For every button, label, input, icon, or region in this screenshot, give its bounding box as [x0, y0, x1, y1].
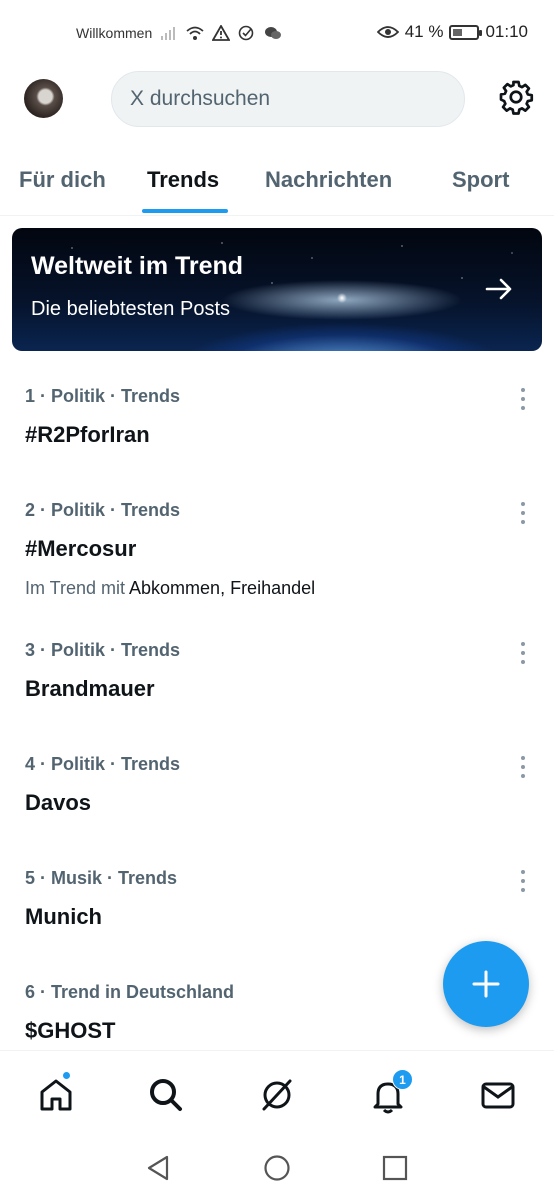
top-header: X durchsuchen — [0, 68, 554, 132]
home-icon — [40, 1079, 72, 1111]
signal-icon — [161, 27, 176, 40]
plus-icon — [472, 970, 500, 998]
trend-meta: 2 · Politik · Trends — [25, 500, 181, 520]
tab-fuer-dich[interactable]: Für dich — [19, 167, 106, 193]
tab-bar: Für dich Trends Nachrichten Sport — [0, 150, 554, 216]
eye-icon — [376, 26, 399, 38]
trend-meta: 1 · Politik · Trends — [25, 386, 181, 406]
more-options-icon[interactable] — [520, 642, 526, 664]
check-circle-icon — [238, 25, 254, 41]
battery-percent: 41 % — [404, 22, 444, 41]
back-icon[interactable] — [145, 1154, 173, 1182]
wechat-icon — [265, 27, 282, 39]
gear-icon[interactable] — [498, 79, 534, 115]
battery-icon — [449, 24, 483, 40]
carrier-text: Willkommen — [76, 25, 153, 41]
notification-badge: 1 — [392, 1069, 413, 1090]
trend-context: Im Trend mit Abkommen, Freihandel — [25, 578, 315, 599]
compose-button[interactable] — [443, 941, 529, 1027]
bottom-nav: 1 — [0, 1050, 554, 1134]
trend-title: Davos — [25, 790, 92, 815]
home-new-dot — [62, 1071, 71, 1080]
nav-messages[interactable] — [478, 1075, 518, 1115]
clock: 01:10 — [485, 22, 528, 41]
trend-context-prefix: Im Trend mit — [25, 578, 130, 598]
trend-title: $GHOST — [25, 1018, 116, 1043]
wifi-icon — [186, 26, 204, 40]
banner-subtitle: Die beliebtesten Posts — [31, 298, 231, 320]
tab-sport[interactable]: Sport — [452, 167, 509, 193]
status-left: Willkommen — [76, 25, 282, 41]
tab-active-indicator — [142, 209, 228, 213]
search-placeholder: X durchsuchen — [130, 87, 271, 110]
avatar[interactable] — [24, 79, 63, 118]
alert-icon — [212, 25, 231, 41]
home-circle-icon[interactable] — [263, 1154, 291, 1182]
trend-context-words: Abkommen, Freihandel — [129, 578, 316, 598]
more-options-icon[interactable] — [520, 756, 526, 778]
status-right: 41 % 01:10 — [376, 22, 528, 42]
system-nav-bar — [0, 1134, 554, 1200]
trend-meta: 3 · Politik · Trends — [25, 640, 181, 660]
nav-home[interactable] — [36, 1071, 76, 1115]
search-icon — [150, 1079, 182, 1111]
messages-icon — [481, 1082, 515, 1109]
recents-icon[interactable] — [381, 1154, 409, 1182]
grok-icon — [262, 1079, 292, 1111]
trend-meta: 6 · Trend in Deutschland — [25, 982, 235, 1002]
trend-title: Brandmauer — [25, 676, 155, 701]
nav-grok[interactable] — [257, 1075, 297, 1115]
battery-fill — [453, 28, 463, 36]
trend-title: Munich — [25, 904, 102, 929]
trend-meta: 5 · Musik · Trends — [25, 868, 178, 888]
arrow-right-icon — [485, 278, 512, 300]
trend-title: #R2PforIran — [25, 422, 150, 447]
banner-title: Weltweit im Trend — [31, 252, 244, 280]
search-input[interactable]: X durchsuchen — [111, 71, 465, 127]
more-options-icon[interactable] — [520, 388, 526, 410]
more-options-icon[interactable] — [520, 870, 526, 892]
nav-notifications[interactable]: 1 — [368, 1069, 413, 1115]
more-options-icon[interactable] — [520, 502, 526, 524]
trend-title: #Mercosur — [25, 536, 137, 561]
tab-nachrichten[interactable]: Nachrichten — [265, 167, 392, 193]
status-bar: Willkommen 41 % 01:10 — [0, 0, 554, 64]
nav-search[interactable] — [146, 1075, 186, 1115]
worldwide-trend-banner[interactable]: Weltweit im Trend Die beliebtesten Posts — [12, 228, 542, 351]
tab-trends[interactable]: Trends — [147, 167, 219, 193]
banner-background — [12, 228, 542, 351]
trend-meta: 4 · Politik · Trends — [25, 754, 181, 774]
